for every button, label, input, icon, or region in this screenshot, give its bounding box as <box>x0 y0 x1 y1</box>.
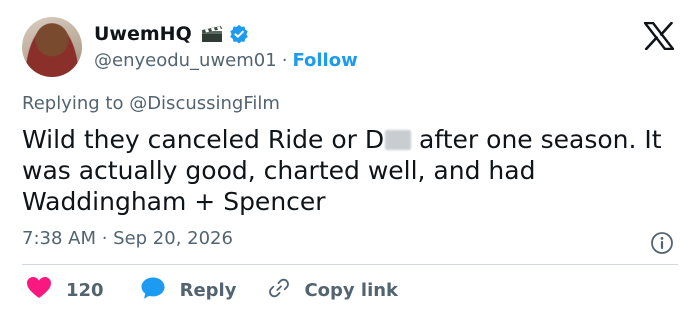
author-handle[interactable]: @enyeodu_uwem01 <box>94 50 277 71</box>
reply-bubble-icon <box>140 276 166 305</box>
reply-label: Reply <box>179 279 237 301</box>
author-name[interactable]: UwemHQ <box>94 23 192 45</box>
handle-row: @enyeodu_uwem01 · Follow <box>94 48 358 72</box>
tweet-text-part-1: Wild they canceled Ride or D <box>22 125 385 154</box>
separator-dot: · <box>281 49 288 71</box>
follow-button[interactable]: Follow <box>292 50 357 71</box>
tweet-text: Wild they canceled Ride or D after one s… <box>22 124 682 217</box>
info-icon[interactable] <box>650 231 674 255</box>
heart-icon <box>26 276 52 304</box>
reply-button[interactable]: Reply <box>140 276 237 305</box>
x-logo-icon[interactable] <box>643 21 675 51</box>
redaction-blur <box>385 130 412 150</box>
divider <box>22 264 678 265</box>
like-button[interactable]: 120 <box>26 276 104 304</box>
clapper-board-icon <box>201 25 223 43</box>
timestamp[interactable]: 7:38 AM · Sep 20, 2026 <box>22 228 233 249</box>
like-count: 120 <box>66 279 104 301</box>
link-icon <box>268 277 290 304</box>
copy-link-button[interactable]: Copy link <box>268 277 398 304</box>
copy-link-label: Copy link <box>304 279 399 301</box>
replying-to[interactable]: Replying to @DiscussingFilm <box>22 93 280 114</box>
avatar[interactable] <box>22 17 82 77</box>
verified-badge-icon <box>229 24 249 44</box>
author-name-row: UwemHQ <box>94 20 249 48</box>
action-bar: 120 Reply Copy link <box>26 276 398 304</box>
